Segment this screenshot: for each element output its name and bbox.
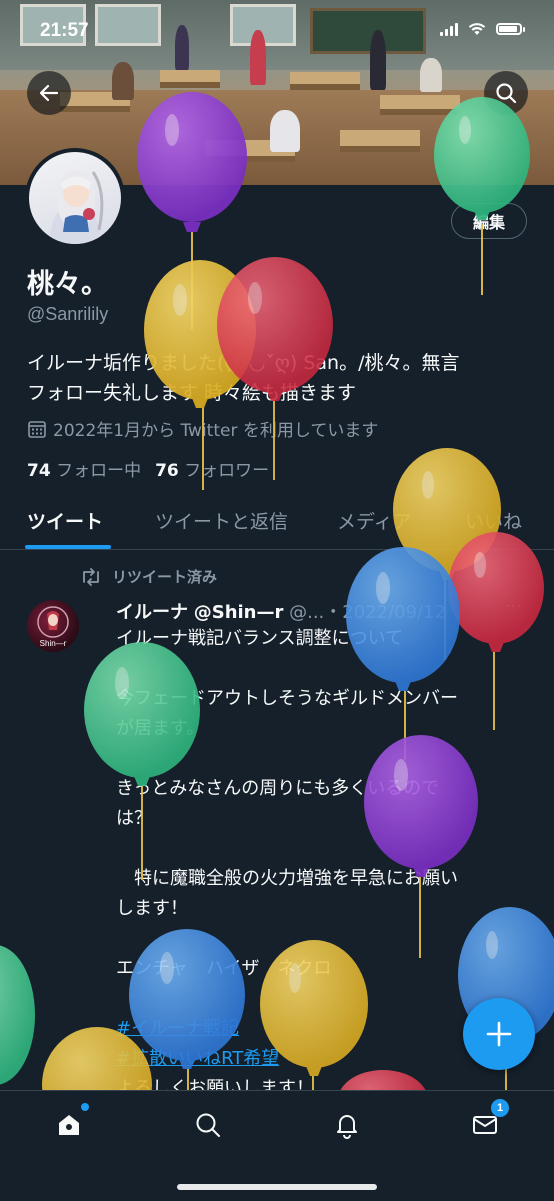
banner-desk — [290, 72, 360, 90]
tab-media[interactable]: メディア — [337, 507, 412, 534]
retweet-context: リツイート済み — [80, 566, 217, 587]
edit-profile-button[interactable]: 編集 — [451, 203, 527, 239]
status-bar: 21:57 — [0, 0, 554, 60]
tweet-header: イルーナ @Shin—r @...・2022/09/12 — [116, 598, 536, 624]
banner-desk — [340, 130, 420, 152]
followers-label: フォロワー — [184, 461, 270, 481]
tweet-author-name[interactable]: イルーナ — [116, 602, 188, 623]
tab-tweets[interactable]: ツイート — [27, 507, 103, 534]
banner-character — [112, 62, 134, 100]
tweet-more-button[interactable]: ··· — [505, 596, 522, 617]
search-button[interactable] — [484, 71, 528, 115]
nav-notifications[interactable] — [327, 1105, 367, 1145]
bottom-navigation: 1 — [0, 1090, 554, 1201]
profile-bio: イルーナ垢作りました(ღˇ◡ˇღ) San。/桃々。無言 フォロー失礼します 時… — [27, 348, 532, 408]
search-icon — [496, 83, 517, 104]
battery-icon — [496, 23, 525, 35]
compose-tweet-button[interactable] — [463, 998, 535, 1070]
back-button[interactable] — [27, 71, 71, 115]
retweet-label: リツイート済み — [112, 568, 218, 586]
joined-date: 2022年1月から Twitter を利用しています — [27, 416, 378, 441]
tweet-line: イルーナ戦記バランス調整について — [116, 628, 404, 649]
home-icon — [59, 1115, 79, 1135]
profile-name: 桃々。 — [27, 269, 108, 300]
search-icon — [196, 1113, 220, 1137]
status-icons — [440, 22, 525, 36]
notification-dot — [81, 1103, 89, 1111]
tweet-line: は？ — [116, 808, 152, 829]
profile-tabs: ツイート ツイートと返信 メディア いいね — [0, 495, 554, 550]
nav-messages[interactable]: 1 — [465, 1099, 509, 1145]
tab-likes[interactable]: いいね — [465, 507, 522, 534]
hashtag-link[interactable]: #拡散いいねRT希望 — [116, 1044, 526, 1074]
banner-character — [270, 110, 300, 152]
tweet-meta: @...・2022/09/12 — [283, 602, 447, 623]
nav-explore[interactable] — [188, 1105, 228, 1145]
tweet-author-handle[interactable]: @Shin—r — [194, 602, 284, 623]
following-link[interactable]: 74 フォロー中 — [27, 456, 141, 481]
profile-handle: @Sanrilily — [27, 304, 109, 324]
status-time: 21:57 — [40, 20, 89, 41]
home-indicator — [177, 1184, 377, 1190]
tab-tweets-and-replies[interactable]: ツイートと返信 — [155, 507, 288, 534]
bio-line: イルーナ垢作りました(ღˇ◡ˇღ) San。/桃々。無言 — [27, 352, 460, 374]
bell-icon — [337, 1115, 357, 1139]
wifi-icon — [468, 23, 486, 35]
bio-line: フォロー失礼します 時々絵も描きます — [27, 382, 357, 404]
tweet-line: エンチャ ハイザ ネクロ — [116, 958, 332, 979]
followers-link[interactable]: 76 フォロワー — [155, 456, 269, 481]
tweet-avatar-label: Shin—r — [40, 639, 67, 648]
followers-count: 76 — [155, 461, 179, 481]
tweet-line: 今フェードアウトしそうなギルドメンバー — [116, 688, 458, 709]
plus-icon — [486, 1021, 512, 1047]
following-count: 74 — [27, 461, 51, 481]
calendar-icon — [28, 420, 46, 438]
avatar-image — [29, 152, 121, 244]
retweet-icon — [83, 567, 99, 586]
following-label: フォロー中 — [56, 461, 142, 481]
messages-badge: 1 — [491, 1099, 509, 1117]
arrow-left-icon — [39, 84, 59, 102]
active-tab-indicator — [25, 545, 111, 549]
tweet-line: きっとみなさんの周りにも多くいるので — [116, 778, 440, 799]
tweet-line: します！ — [116, 898, 188, 919]
tweet-author-avatar[interactable]: Shin—r — [27, 600, 79, 652]
follow-stats: 74 フォロー中 76 フォロワー — [27, 456, 269, 481]
joined-text: 2022年1月から Twitter を利用しています — [53, 421, 379, 441]
banner-character — [420, 58, 442, 92]
profile-avatar[interactable] — [25, 148, 125, 248]
balloon-green — [0, 945, 35, 1085]
nav-home[interactable] — [49, 1103, 89, 1145]
banner-desk — [380, 95, 460, 115]
cellular-signal-icon — [440, 22, 458, 36]
banner-desk — [160, 70, 220, 88]
tweet-line: 特に魔職全般の火力増強を早急にお願い — [116, 868, 458, 889]
tweet-line: が居ます。 — [116, 718, 205, 739]
